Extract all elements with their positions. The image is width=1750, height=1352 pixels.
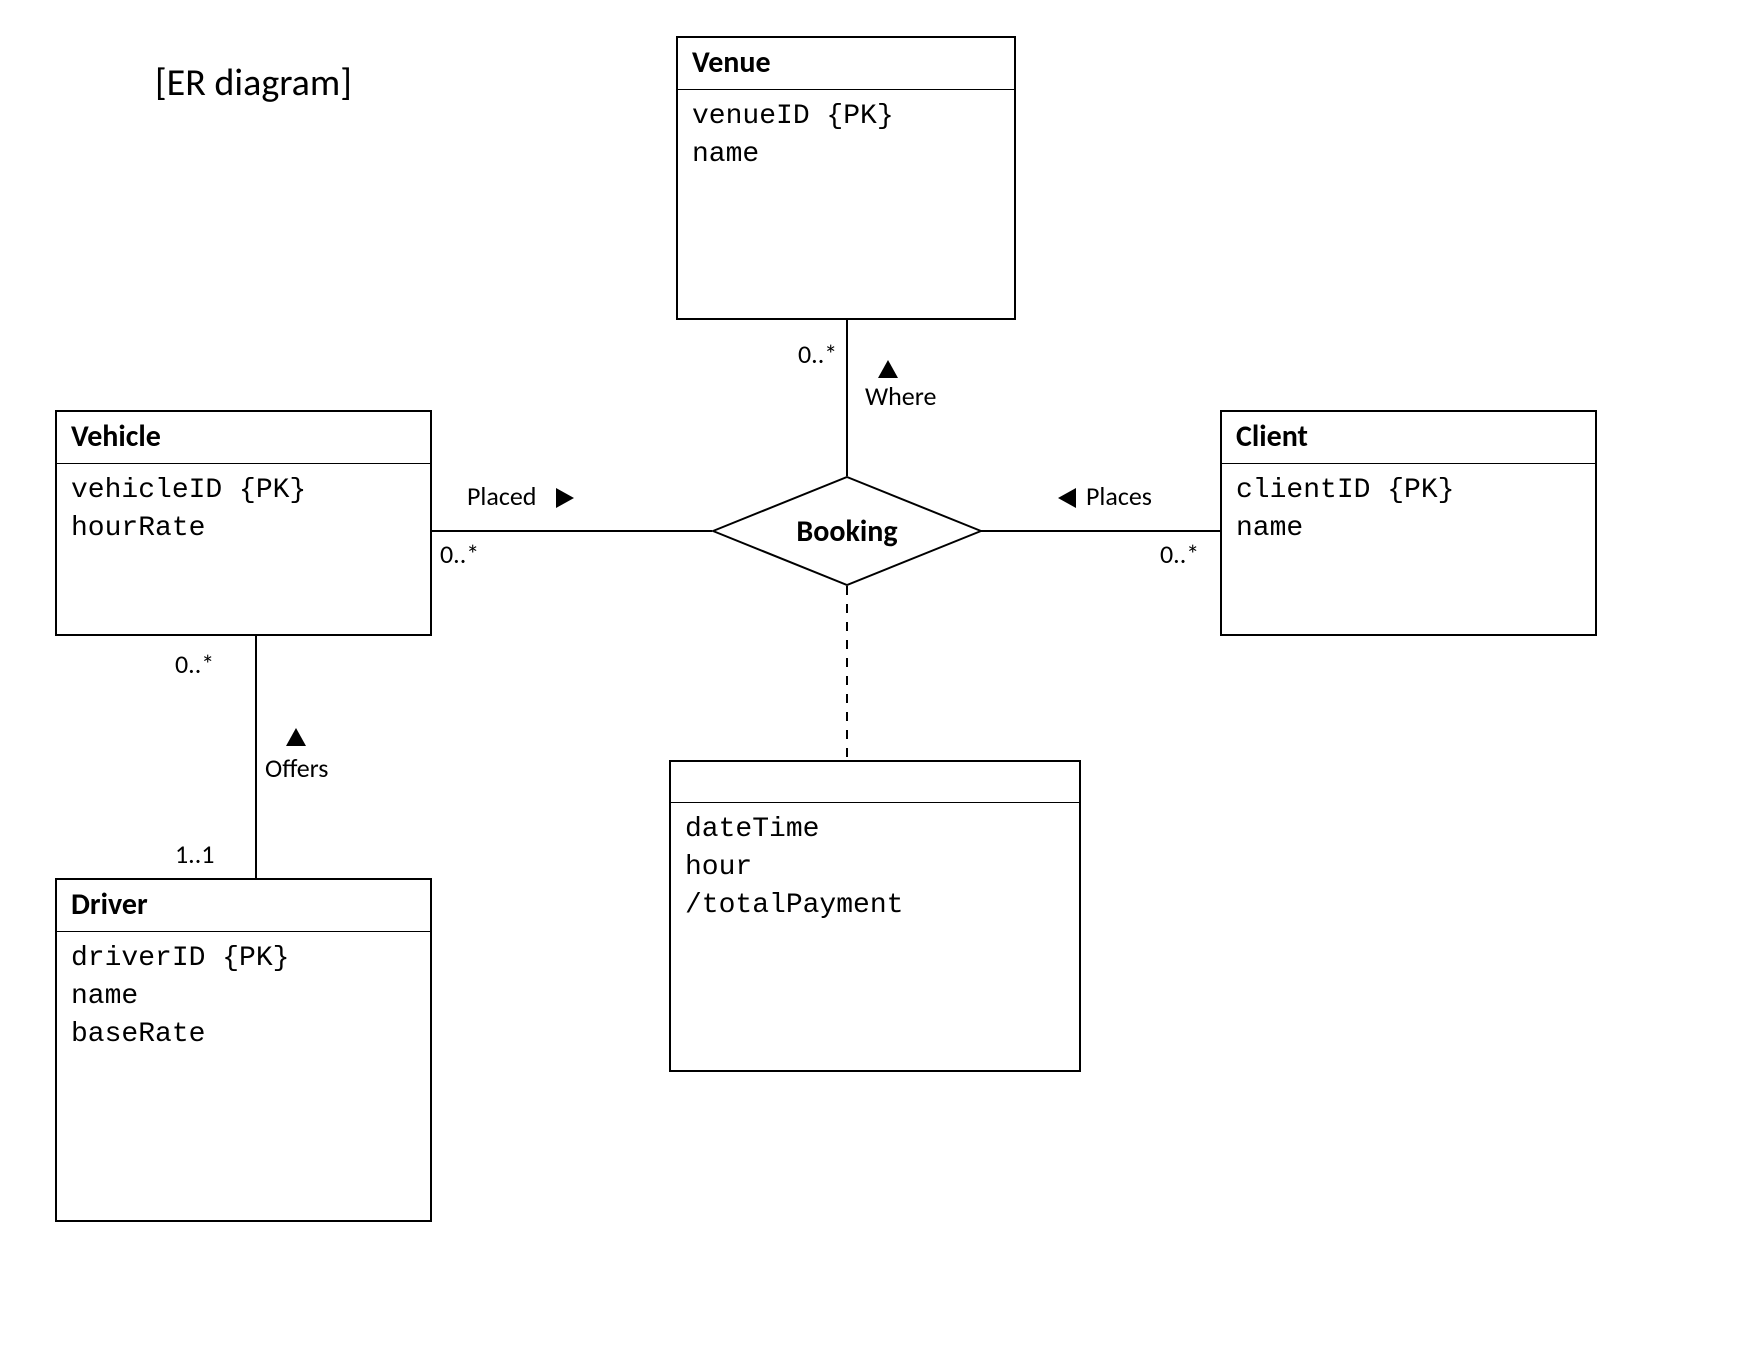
entity-venue-name: Venue <box>678 38 1014 90</box>
entity-vehicle-attrs: vehicleID {PK} hourRate <box>57 464 430 556</box>
assoc-placed-label: Placed <box>467 480 536 512</box>
assoc-places-mult: 0..* <box>1160 538 1199 570</box>
entity-booking-attrs-body: dateTime hour /totalPayment <box>671 803 1079 932</box>
assoc-placed-mult: 0..* <box>440 538 479 570</box>
relationship-booking: Booking <box>712 476 982 586</box>
entity-client: Client clientID {PK} name <box>1220 410 1597 636</box>
er-diagram-canvas: [ER diagram] Venue venueID {PK} name Veh… <box>0 0 1750 1352</box>
assoc-where-label: Where <box>865 380 936 412</box>
relationship-booking-label: Booking <box>712 476 982 586</box>
entity-driver-name: Driver <box>57 880 430 932</box>
entity-booking-attrs: dateTime hour /totalPayment <box>669 760 1081 1072</box>
entity-booking-attrs-name <box>671 762 1079 803</box>
entity-vehicle-name: Vehicle <box>57 412 430 464</box>
entity-vehicle: Vehicle vehicleID {PK} hourRate <box>55 410 432 636</box>
entity-client-attrs: clientID {PK} name <box>1222 464 1595 556</box>
entity-venue: Venue venueID {PK} name <box>676 36 1016 320</box>
assoc-offers-label: Offers <box>265 752 328 784</box>
assoc-offers-mult-bot: 1..1 <box>175 838 214 870</box>
assoc-offers-mult-top: 0..* <box>175 648 214 680</box>
assoc-where-mult: 0..* <box>798 338 837 370</box>
entity-venue-attrs: venueID {PK} name <box>678 90 1014 182</box>
entity-driver: Driver driverID {PK} name baseRate <box>55 878 432 1222</box>
assoc-places-label: Places <box>1086 480 1152 512</box>
entity-client-name: Client <box>1222 412 1595 464</box>
entity-driver-attrs: driverID {PK} name baseRate <box>57 932 430 1061</box>
